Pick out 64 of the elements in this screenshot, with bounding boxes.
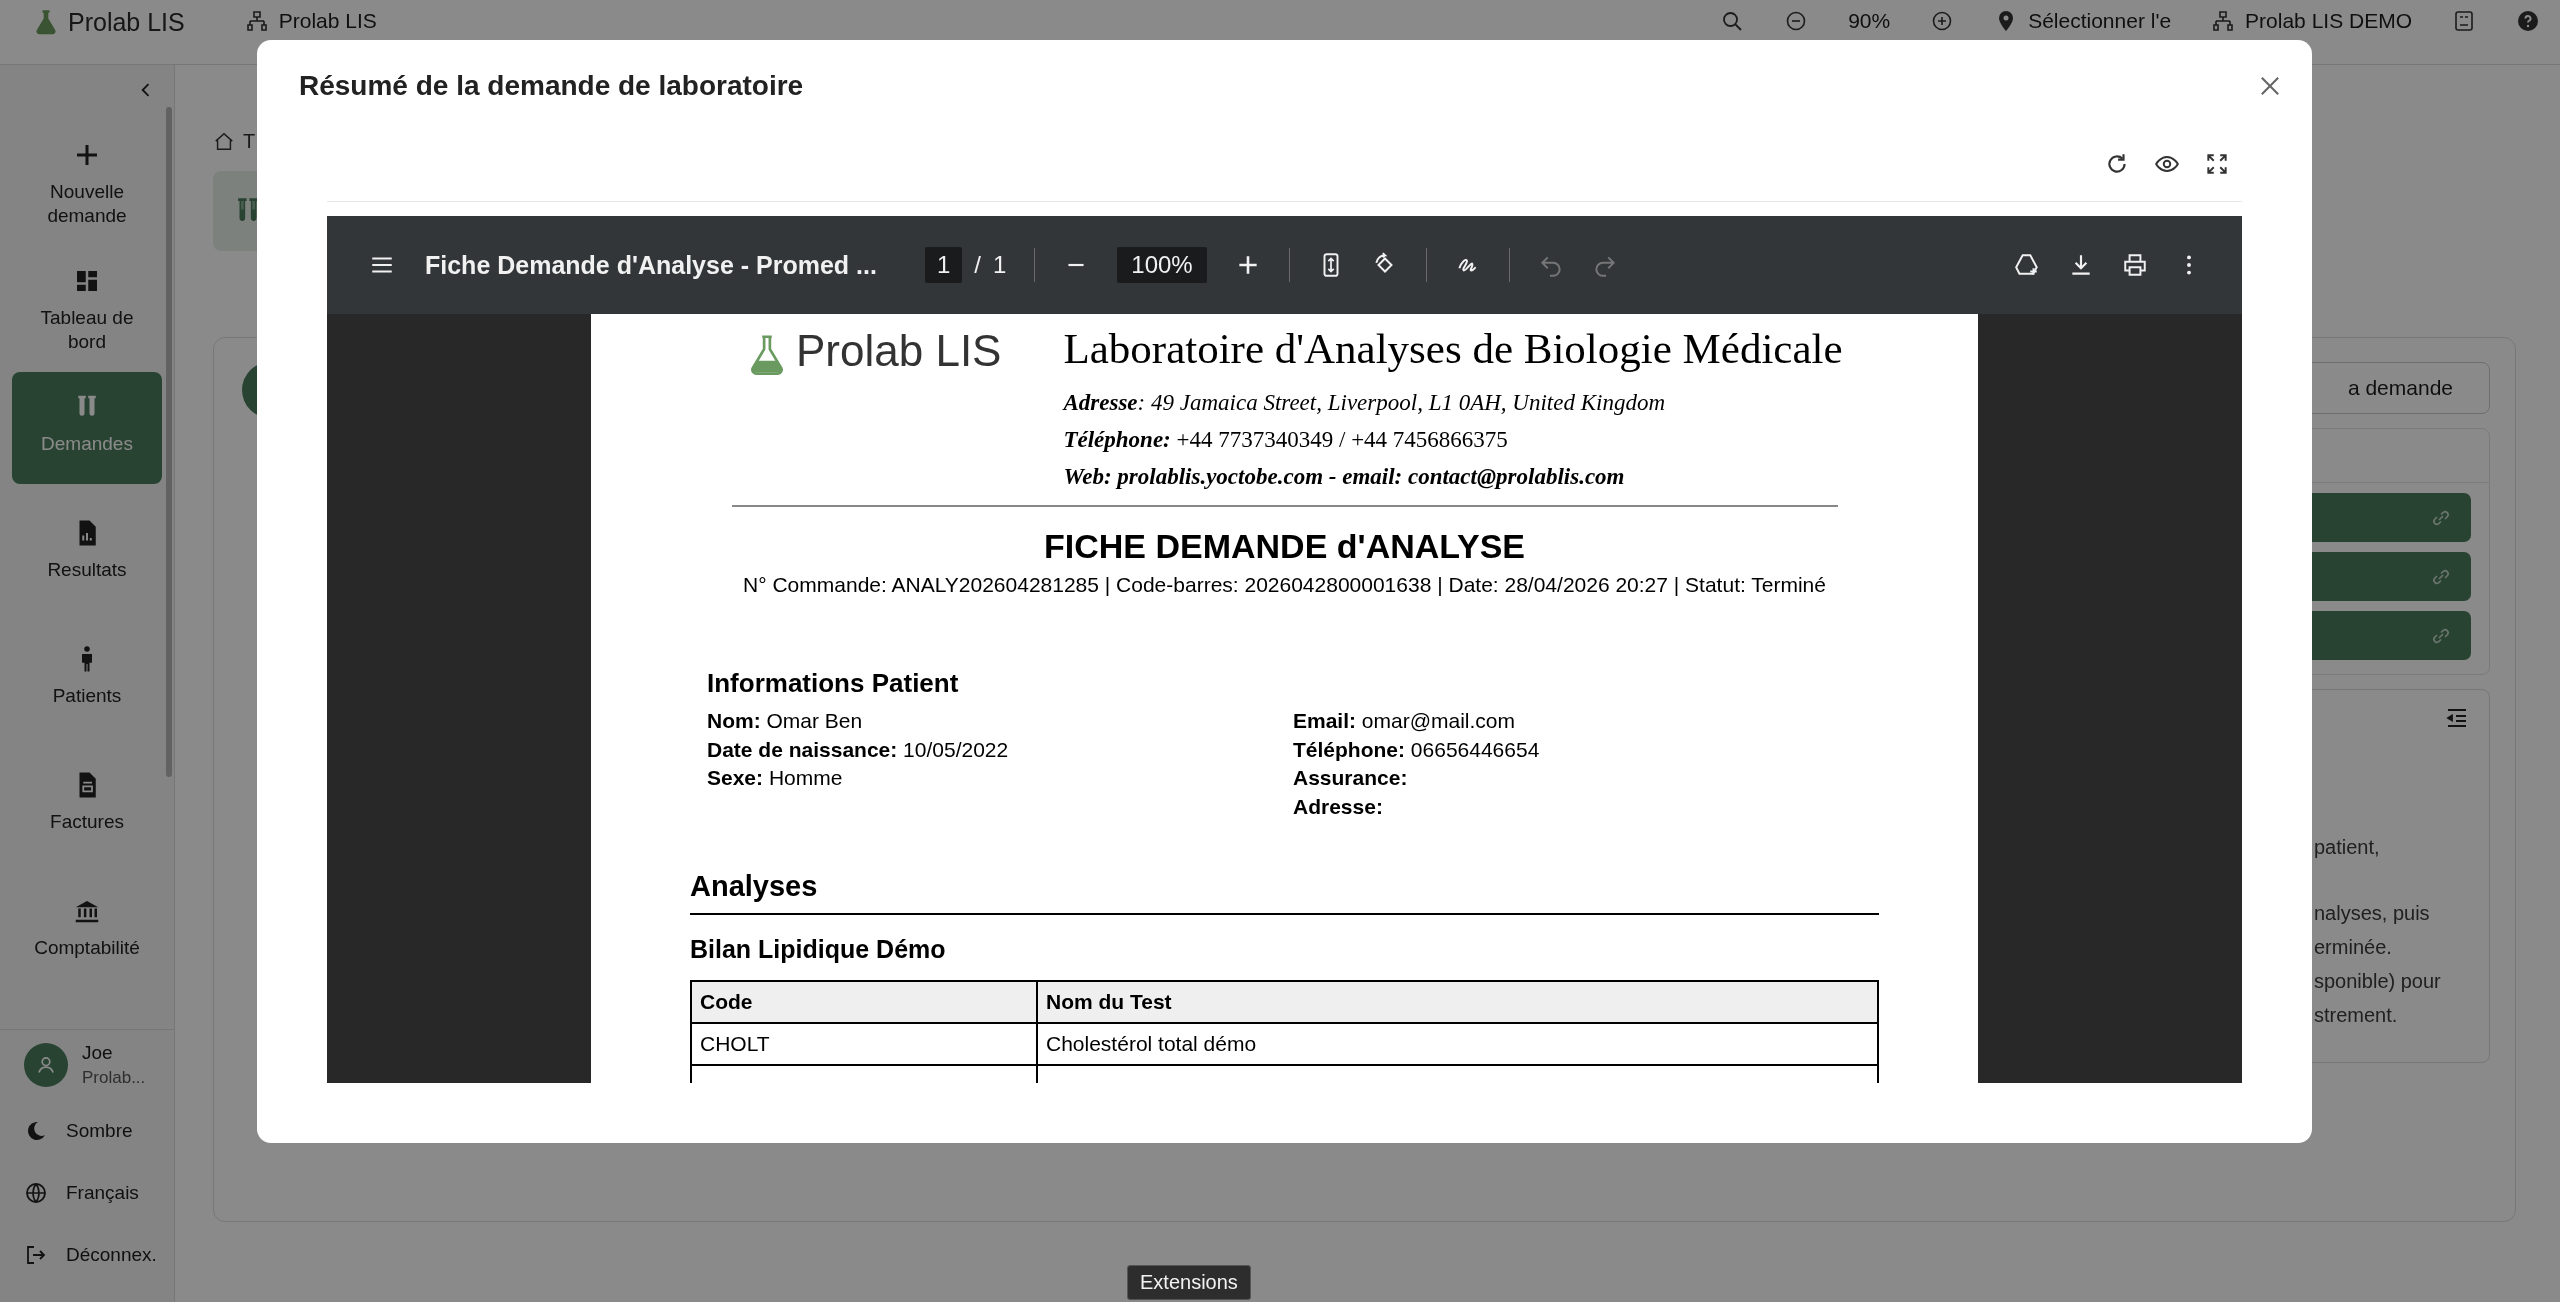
help-text: erminée. bbox=[2314, 935, 2393, 960]
patient-field: Sexe: Homme bbox=[707, 764, 1293, 793]
patient-field: Email: omar@mail.com bbox=[1293, 707, 1879, 736]
table-cell: Cholestérol total démo bbox=[1037, 1023, 1878, 1065]
column-header: Nom du Test bbox=[1037, 981, 1878, 1023]
document-heading: FICHE DEMANDE d'ANALYSE bbox=[1043, 526, 1526, 567]
avatar[interactable] bbox=[24, 1043, 68, 1087]
sidebar-item[interactable]: Patients bbox=[12, 624, 162, 736]
section-title: Analyses bbox=[690, 870, 819, 903]
order-details: N° Commande: ANALY202604281285 | Code-barres: 2026042800001638 | Date: 28/04/2026 20:27 | Statut: Terminé bbox=[742, 573, 1827, 597]
hierarchy-icon bbox=[2211, 9, 2236, 33]
app-logo-text: Prolab LIS bbox=[68, 8, 185, 36]
sidebar-item[interactable]: Nouvelle demande bbox=[12, 120, 162, 232]
zoom-level: 90% bbox=[1848, 8, 1891, 34]
home-icon[interactable] bbox=[213, 130, 235, 153]
page-count: 1 bbox=[992, 251, 1007, 279]
section-title: Informations Patient bbox=[707, 668, 960, 699]
contact-line: Web: prolablis.yoctobe.com - email: contact@prolablis.com bbox=[1063, 463, 1626, 491]
patient-field: Assurance: bbox=[1293, 764, 1879, 793]
sidebar-item[interactable]: Déconnex. bbox=[24, 1236, 174, 1274]
contact-line: Téléphone: +44 7737340349 / +44 7456866375 bbox=[1063, 426, 1509, 454]
help-text: strement. bbox=[2314, 1003, 2399, 1028]
sidebar-item[interactable]: Français bbox=[24, 1174, 174, 1212]
patient-field: Nom: Omar Ben bbox=[707, 707, 1293, 736]
patient-field: Adresse: bbox=[1293, 792, 1879, 821]
location-select[interactable]: Sélectionner l'e bbox=[2028, 8, 2172, 34]
logo-text: Prolab LIS bbox=[796, 326, 1002, 376]
account-menu[interactable]: Prolab LIS DEMO bbox=[2245, 8, 2412, 34]
print-icon[interactable] bbox=[2122, 252, 2148, 278]
hierarchy-icon[interactable] bbox=[244, 9, 269, 33]
dialog-title: Résumé de la demande de laboratoire bbox=[299, 70, 804, 102]
drive-add-icon[interactable] bbox=[2014, 252, 2040, 278]
page-number-field[interactable]: 1 bbox=[924, 247, 963, 283]
column-header: Code bbox=[691, 981, 1037, 1023]
globe-icon bbox=[24, 1181, 48, 1205]
sidebar-item[interactable]: Comptabilité bbox=[12, 876, 162, 988]
scrollbar[interactable] bbox=[166, 107, 172, 777]
sidebar-item[interactable]: Resultats bbox=[12, 498, 162, 610]
user-organization: Prolab... bbox=[82, 1068, 146, 1088]
tooltip: Extensions bbox=[1127, 1265, 1251, 1300]
help-icon[interactable] bbox=[2516, 9, 2540, 33]
zoom-field[interactable]: 100% bbox=[1117, 247, 1207, 283]
document-title: Fiche Demande d'Analyse - Promed ... bbox=[425, 250, 877, 280]
contact-line: Adresse: 49 Jamaica Street, Liverpool, L1 0AH, United Kingdom bbox=[1063, 389, 1667, 417]
fullscreen-icon[interactable] bbox=[2204, 151, 2230, 177]
group-title: Bilan Lipidique Démo bbox=[690, 935, 947, 964]
help-text: nalyses, puis bbox=[2314, 901, 2431, 926]
id-card-icon[interactable] bbox=[2452, 9, 2476, 33]
logout-icon bbox=[24, 1243, 48, 1267]
help-text: patient, bbox=[2314, 835, 2381, 860]
sidebar-item[interactable]: Tableau de bord bbox=[12, 246, 162, 358]
lab-name: Laboratoire d'Analyses de Biologie Médicale bbox=[1063, 324, 1843, 374]
breadcrumb-link[interactable]: T bbox=[243, 130, 256, 153]
workspace-label[interactable]: Prolab LIS bbox=[278, 8, 377, 34]
patient-field: Date de naissance: 10/05/2022 bbox=[707, 735, 1293, 764]
sidebar-item[interactable]: Demandes bbox=[12, 372, 162, 484]
help-text: sponible) pour bbox=[2314, 969, 2442, 994]
table-cell: CHOLT bbox=[691, 1023, 1037, 1065]
page-separator: / bbox=[974, 251, 981, 279]
sidebar-item[interactable]: Sombre bbox=[24, 1112, 174, 1150]
patient-field: Téléphone: 06656446654 bbox=[1293, 735, 1879, 764]
sidebar-item[interactable]: Factures bbox=[12, 750, 162, 862]
user-name: Joe bbox=[82, 1042, 114, 1064]
list-indent-icon[interactable] bbox=[2445, 706, 2469, 730]
